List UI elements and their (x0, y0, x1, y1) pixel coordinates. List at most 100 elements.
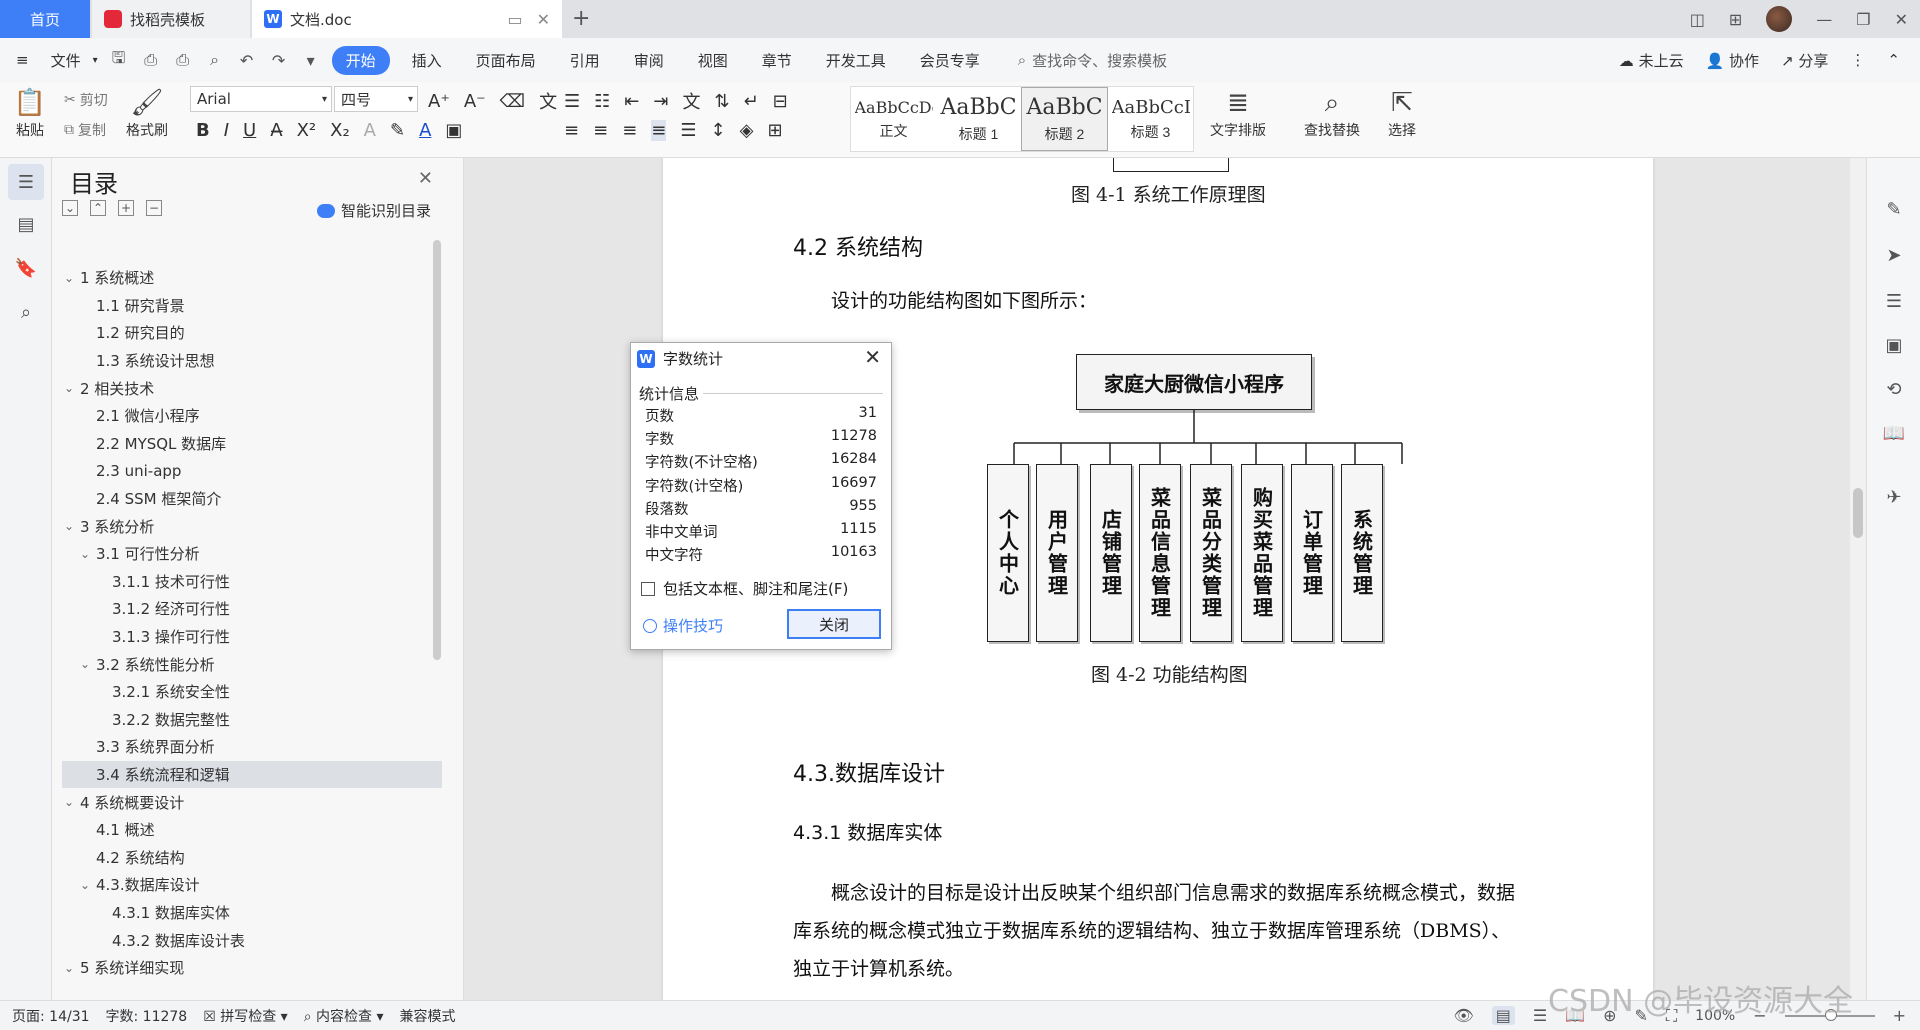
cut-button[interactable]: ✂ 剪切 (64, 90, 108, 110)
toc-item[interactable]: ⌄ 4 系统概要设计 (62, 788, 442, 816)
tab-document[interactable]: W 文档.doc ▭ ✕ (252, 0, 562, 38)
subscript-icon[interactable]: X₂ (330, 120, 350, 141)
toc-item[interactable]: 1.2 研究目的 (62, 319, 442, 347)
menu-developer[interactable]: 开发工具 (814, 46, 898, 75)
toc-item[interactable]: 1.3 系统设计思想 (62, 347, 442, 375)
clear-format-icon[interactable]: ⌫ (500, 91, 525, 112)
italic-icon[interactable]: I (224, 120, 229, 141)
bold-icon[interactable]: B (196, 120, 210, 141)
chevron-down-icon[interactable]: ⌄ (64, 795, 80, 809)
phonetic-icon[interactable]: 文 (539, 88, 557, 114)
command-search[interactable]: ⌕ 查找命令、搜索模板 (1018, 50, 1167, 71)
strikethrough-icon[interactable]: A̶ (270, 120, 282, 141)
tab-daoke[interactable]: 找稻壳模板 (92, 0, 250, 38)
chevron-down-icon[interactable]: ⌄ (64, 519, 80, 533)
text-effect-icon[interactable]: A (364, 120, 376, 141)
toc-item[interactable]: ⌄ 5 系统详细实现 (62, 954, 442, 982)
chevron-down-icon[interactable]: ⌄ (64, 961, 80, 975)
print-icon[interactable]: ⎙ (172, 49, 194, 71)
collapse-icon[interactable]: ⌃ (90, 200, 106, 216)
toc-item[interactable]: 2.3 uni-app (62, 457, 442, 485)
close-icon[interactable]: ✕ (418, 168, 433, 189)
toc-item[interactable]: 2.4 SSM 框架简介 (62, 485, 442, 513)
hamburger-icon[interactable]: ≡ (16, 51, 29, 69)
document-scrollbar[interactable] (1850, 158, 1866, 1000)
expand-icon[interactable]: ⌄ (62, 200, 78, 216)
toc-item[interactable]: 3.1.3 操作可行性 (62, 623, 442, 651)
toc-item[interactable]: 3.1.2 经济可行性 (62, 595, 442, 623)
menu-references[interactable]: 引用 (558, 46, 612, 75)
spell-check[interactable]: ☒ 拼写检查 ▾ (203, 1006, 288, 1026)
chevron-down-icon[interactable]: ⌄ (80, 878, 96, 892)
distribute-icon[interactable]: ☰ (680, 120, 696, 141)
toc-item[interactable]: 2.1 微信小程序 (62, 402, 442, 430)
highlight-icon[interactable]: ✎ (390, 120, 405, 141)
align-right-icon[interactable]: ≡ (622, 120, 637, 141)
more-icon[interactable]: ▾ (300, 49, 322, 71)
tab-home[interactable]: 首页 (0, 0, 90, 38)
share-button[interactable]: ↗ 分享 (1781, 50, 1828, 71)
menu-insert[interactable]: 插入 (400, 46, 454, 75)
menu-home[interactable]: 开始 (331, 45, 390, 75)
close-window-icon[interactable]: ✕ (1895, 10, 1908, 29)
toc-item[interactable]: ⌄ 1 系统概述 (62, 264, 442, 292)
toc-item[interactable]: 3.2.1 系统安全性 (62, 678, 442, 706)
picture-icon[interactable]: ▣ (1883, 334, 1905, 356)
menu-file[interactable]: 文件 (39, 46, 93, 75)
align-center-icon[interactable]: ≡ (593, 120, 608, 141)
underline-icon[interactable]: U (243, 120, 256, 141)
menu-page-layout[interactable]: 页面布局 (464, 46, 548, 75)
chevron-down-icon[interactable]: ⌄ (64, 271, 80, 285)
include-textbox-checkbox[interactable]: 包括文本框、脚注和尾注(F) (641, 578, 848, 599)
bullets-icon[interactable]: ☰ (564, 91, 580, 112)
collab-button[interactable]: 👤 协作 (1706, 50, 1759, 71)
toc-item[interactable]: 3.2.2 数据完整性 (62, 706, 442, 734)
justify-icon[interactable]: ≡ (651, 120, 667, 141)
chevron-down-icon[interactable]: ▾ (93, 55, 98, 66)
paste-button[interactable]: 📋 粘贴 (12, 86, 48, 140)
font-color-icon[interactable]: A (419, 120, 431, 141)
avatar[interactable] (1766, 6, 1793, 32)
style-normal[interactable]: AaBbCcDd 正文 (851, 87, 936, 151)
chevron-down-icon[interactable]: ⌄ (80, 657, 96, 671)
cloud-status[interactable]: ☁ 未上云 (1619, 50, 1684, 71)
content-check[interactable]: ⌕ 内容检查 ▾ (304, 1006, 384, 1026)
toc-item[interactable]: ⌄ 4.3.数据库设计 (62, 871, 442, 899)
grow-font-icon[interactable]: A⁺ (428, 91, 450, 112)
page-indicator[interactable]: 页面: 14/31 (12, 1006, 90, 1026)
tips-link[interactable]: 操作技巧 (643, 615, 723, 636)
screen-icon[interactable]: ▭ (507, 10, 522, 29)
save-icon[interactable]: 🖫 (108, 48, 130, 71)
superscript-icon[interactable]: X² (297, 120, 317, 141)
new-tab-icon[interactable]: + (572, 6, 590, 31)
numbering-icon[interactable]: ☷ (594, 91, 610, 112)
char-border-icon[interactable]: ▣ (445, 120, 462, 141)
toc-item[interactable]: 3.1.1 技术可行性 (62, 568, 442, 596)
chevron-down-icon[interactable]: ⌄ (80, 547, 96, 561)
restore-icon[interactable]: ❐ (1856, 10, 1870, 29)
toc-item[interactable]: 4.2 系统结构 (62, 843, 442, 871)
close-button[interactable]: 关闭 (787, 609, 881, 639)
find-replace-button[interactable]: ⌕ 查找替换 (1304, 86, 1360, 140)
sort-icon[interactable]: ⇅ (714, 91, 729, 112)
translate-icon[interactable]: ⟲ (1883, 378, 1905, 400)
menu-review[interactable]: 审阅 (622, 46, 676, 75)
undo-icon[interactable]: ↶ (236, 49, 258, 71)
toc-item[interactable]: 1.1 研究背景 (62, 292, 442, 320)
zoom-in-icon[interactable]: + (1893, 1006, 1906, 1025)
copy-button[interactable]: ⧉ 复制 (64, 120, 106, 140)
apps-grid-icon[interactable]: ⊞ (1729, 10, 1742, 29)
format-painter-button[interactable]: 🖌 格式刷 (126, 86, 168, 140)
show-marks-icon[interactable]: ↵ (744, 91, 759, 112)
line-spacing-icon[interactable]: ↕ (711, 120, 726, 141)
book-icon[interactable]: 📖 (1883, 422, 1905, 444)
table-border-icon[interactable]: ⊟ (773, 91, 788, 112)
minus-icon[interactable]: − (146, 200, 162, 216)
toc-item[interactable]: 2.2 MYSQL 数据库 (62, 430, 442, 458)
toc-item[interactable]: 3.3 系统界面分析 (62, 733, 442, 761)
minimize-icon[interactable]: — (1816, 10, 1832, 29)
plus-icon[interactable]: + (118, 200, 134, 216)
font-name-select[interactable]: Arial ▾ (190, 86, 332, 112)
style-heading-1[interactable]: AaBbC 标题 1 (936, 87, 1021, 151)
more-options-icon[interactable]: ⋮ (1850, 51, 1865, 69)
